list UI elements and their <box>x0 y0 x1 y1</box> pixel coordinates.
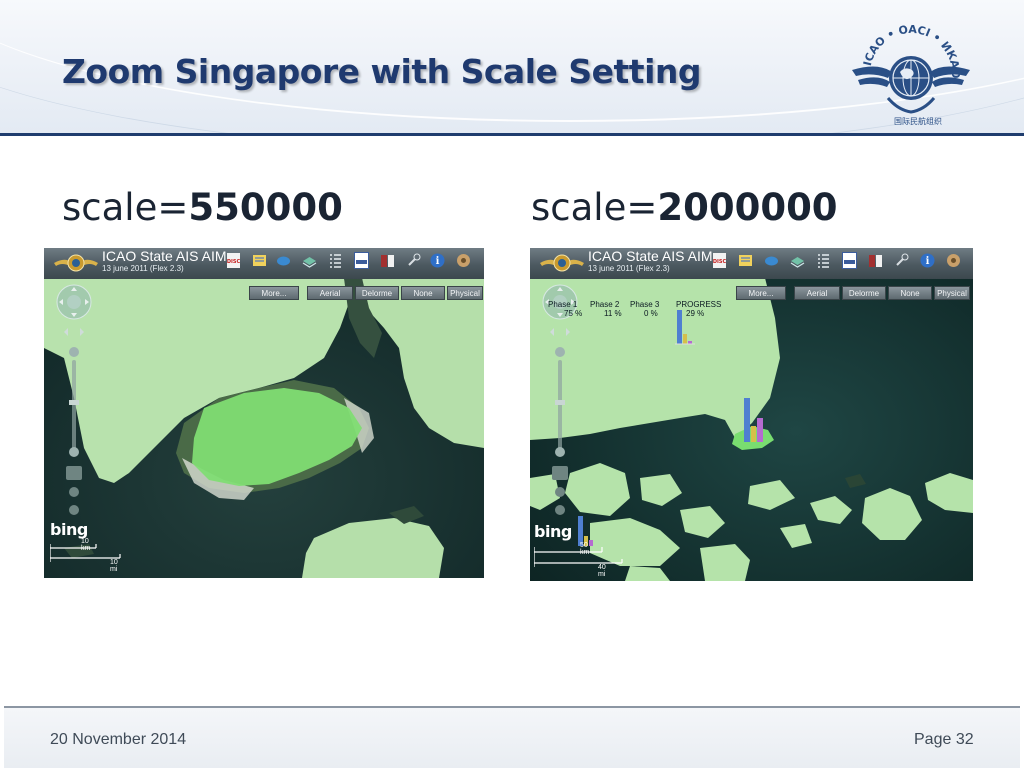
footer-date: 20 November 2014 <box>50 731 187 748</box>
map-panel-left[interactable]: ICAO State AIS AIM 13 june 2011 (Flex 2.… <box>44 248 484 578</box>
ais-aim-tools-icon[interactable] <box>842 252 857 269</box>
app-title: ICAO State AIS AIM <box>588 248 713 264</box>
progress-panel: Phase 1 Phase 2 Phase 3 PROGRESS 75 % 11… <box>548 300 726 318</box>
layers-icon[interactable] <box>302 252 317 269</box>
map-mode-buttons-right: More... Aerial Delorme None Physical <box>736 286 972 300</box>
info-icon[interactable]: i <box>920 252 935 269</box>
app-subtitle: 13 june 2011 (Flex 2.3) <box>588 264 670 273</box>
footer-divider <box>4 706 1020 708</box>
layers-icon[interactable] <box>790 252 805 269</box>
navigation-control-left[interactable] <box>56 282 92 522</box>
slide-title: Zoom Singapore with Scale Setting <box>62 52 702 91</box>
phase-1-header: Phase 1 <box>548 300 578 309</box>
app-title: ICAO State AIS AIM <box>102 248 227 264</box>
cloud-icon[interactable] <box>276 252 291 269</box>
map-mode-buttons-left: More... Aerial Delorme None Physical <box>249 286 484 300</box>
delorme-button[interactable]: Delorme <box>842 286 886 300</box>
book-icon[interactable] <box>380 252 395 269</box>
app-toolbar-left: ICAO State AIS AIM 13 june 2011 (Flex 2.… <box>44 248 484 279</box>
svg-text:i: i <box>436 256 440 267</box>
progress-mini-chart <box>675 310 695 345</box>
app-toolbar-right: ICAO State AIS AIM 13 june 2011 (Flex 2.… <box>530 248 973 279</box>
scale-label-left: scale=550000 <box>62 186 343 229</box>
svg-text:i: i <box>926 256 930 267</box>
settings-icon[interactable] <box>456 252 471 269</box>
svg-text:DISC: DISC <box>227 259 241 265</box>
aerial-button[interactable]: Aerial <box>794 286 840 300</box>
cloud-icon[interactable] <box>764 252 779 269</box>
physical-button[interactable]: Physical <box>934 286 970 300</box>
header-divider <box>0 133 1024 136</box>
disc-icon[interactable]: DISC <box>226 252 241 269</box>
page-number: Page 32 <box>914 731 974 748</box>
aerial-button[interactable]: Aerial <box>307 286 353 300</box>
icao-emblem-icon <box>540 254 584 272</box>
bing-logo: bing <box>50 520 88 539</box>
scale-label-right: scale=2000000 <box>531 186 838 229</box>
more-button[interactable]: More... <box>736 286 786 300</box>
list-icon[interactable] <box>816 252 831 269</box>
phase-2-header: Phase 2 <box>590 300 620 309</box>
svg-text:DISC: DISC <box>713 259 727 265</box>
singapore-progress-bars <box>744 398 763 442</box>
app-subtitle: 13 june 2011 (Flex 2.3) <box>102 264 184 273</box>
info-icon[interactable]: i <box>430 252 445 269</box>
note-icon[interactable] <box>252 252 267 269</box>
navigation-control-right[interactable] <box>542 282 578 522</box>
book-icon[interactable] <box>868 252 883 269</box>
icao-emblem-icon <box>54 254 98 272</box>
svg-text:国际民航组织: 国际民航组织 <box>894 116 942 126</box>
icao-emblem-icon: ICAO • OACI • ИКАО 国际民航组织 <box>852 23 970 126</box>
disc-icon[interactable]: DISC <box>712 252 727 269</box>
bing-logo: bing <box>534 522 572 541</box>
note-icon[interactable] <box>738 252 753 269</box>
delorme-button[interactable]: Delorme <box>355 286 399 300</box>
ais-aim-tools-icon[interactable] <box>354 252 369 269</box>
physical-button[interactable]: Physical <box>447 286 483 300</box>
settings-icon[interactable] <box>946 252 961 269</box>
map-panel-right[interactable]: ICAO State AIS AIM 13 june 2011 (Flex 2.… <box>530 248 973 581</box>
none-button[interactable]: None <box>888 286 932 300</box>
list-icon[interactable] <box>328 252 343 269</box>
phase-2-value: 11 % <box>604 309 622 318</box>
none-button[interactable]: None <box>401 286 445 300</box>
phase-1-value: 75 % <box>564 309 583 318</box>
satellite-icon[interactable] <box>894 252 909 269</box>
satellite-icon[interactable] <box>406 252 421 269</box>
phase-3-header: Phase 3 <box>630 300 660 309</box>
more-button[interactable]: More... <box>249 286 299 300</box>
